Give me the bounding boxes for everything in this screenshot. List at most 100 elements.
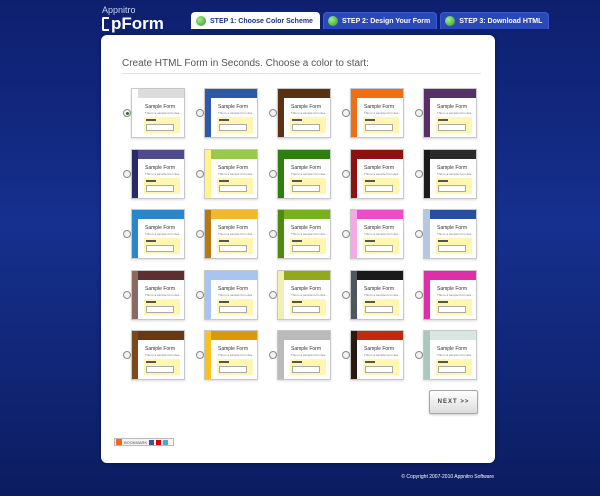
color-option[interactable]: Sample Form This is a sample form des...: [118, 209, 188, 259]
color-option[interactable]: Sample Form This is a sample form des...: [118, 270, 188, 320]
swatch-header-band: [351, 89, 403, 98]
swatch-form-card: Sample Form This is a sample form des...: [434, 282, 474, 317]
color-swatch-preview[interactable]: Sample Form This is a sample form des...: [350, 209, 404, 259]
color-option[interactable]: Sample Form This is a sample form des...: [410, 149, 480, 199]
color-swatch-preview[interactable]: Sample Form This is a sample form des...: [131, 209, 185, 259]
color-radio[interactable]: [415, 170, 423, 178]
color-swatch-preview[interactable]: Sample Form This is a sample form des...: [131, 149, 185, 199]
color-radio[interactable]: [269, 109, 277, 117]
swatch-form-card: Sample Form This is a sample form des...: [288, 282, 328, 317]
color-option[interactable]: Sample Form This is a sample form des...: [191, 270, 261, 320]
color-radio[interactable]: [342, 109, 350, 117]
color-radio[interactable]: [415, 291, 423, 299]
wizard-steps: STEP 1: Choose Color Scheme STEP 2: Desi…: [191, 12, 550, 29]
color-option[interactable]: Sample Form This is a sample form des...: [337, 209, 407, 259]
color-option[interactable]: Sample Form This is a sample form des...: [264, 209, 334, 259]
color-radio[interactable]: [415, 230, 423, 238]
color-swatch-preview[interactable]: Sample Form This is a sample form des...: [423, 88, 477, 138]
swatch-header-band: [351, 271, 403, 280]
color-option[interactable]: Sample Form This is a sample form des...: [118, 88, 188, 138]
swatch-subtext: This is a sample form des...: [437, 172, 474, 176]
app-logo: Appnitro pForm: [102, 6, 164, 32]
color-radio[interactable]: [342, 351, 350, 359]
step-3-tab[interactable]: STEP 3: Download HTML: [440, 12, 550, 29]
color-swatch-preview[interactable]: Sample Form This is a sample form des...: [350, 330, 404, 380]
color-radio[interactable]: [269, 291, 277, 299]
color-swatch-preview[interactable]: Sample Form This is a sample form des...: [277, 270, 331, 320]
footer-copyright: © Copyright 2007-2010 Appnitro Software: [401, 474, 494, 480]
color-swatch-preview[interactable]: Sample Form This is a sample form des...: [350, 149, 404, 199]
swatch-header-band: [351, 150, 403, 159]
color-option[interactable]: Sample Form This is a sample form des...: [410, 88, 480, 138]
color-option[interactable]: Sample Form This is a sample form des...: [410, 330, 480, 380]
color-swatch-preview[interactable]: Sample Form This is a sample form des...: [277, 330, 331, 380]
swatch-heading: Sample Form: [364, 225, 395, 231]
color-swatch-preview[interactable]: Sample Form This is a sample form des...: [423, 209, 477, 259]
color-option[interactable]: Sample Form This is a sample form des...: [191, 88, 261, 138]
color-swatch-preview[interactable]: Sample Form This is a sample form des...: [277, 209, 331, 259]
color-radio[interactable]: [196, 109, 204, 117]
swatch-header-band: [132, 271, 184, 280]
color-radio[interactable]: [196, 351, 204, 359]
color-radio[interactable]: [415, 351, 423, 359]
swatch-field-highlight: [436, 299, 472, 315]
color-option[interactable]: Sample Form This is a sample form des...: [410, 270, 480, 320]
color-radio[interactable]: [196, 230, 204, 238]
color-option[interactable]: Sample Form This is a sample form des...: [337, 88, 407, 138]
color-swatch-preview[interactable]: Sample Form This is a sample form des...: [131, 88, 185, 138]
color-swatch-preview[interactable]: Sample Form This is a sample form des...: [204, 88, 258, 138]
step-bullet-icon: [327, 16, 338, 26]
color-option[interactable]: Sample Form This is a sample form des...: [191, 330, 261, 380]
color-swatch-preview[interactable]: Sample Form This is a sample form des...: [423, 330, 477, 380]
step-1-label: STEP 1: Choose Color Scheme: [210, 17, 313, 25]
step-2-tab[interactable]: STEP 2: Design Your Form: [322, 12, 438, 29]
swatch-form-card: Sample Form This is a sample form des...: [361, 282, 401, 317]
color-option[interactable]: Sample Form This is a sample form des...: [191, 209, 261, 259]
color-option[interactable]: Sample Form This is a sample form des...: [264, 270, 334, 320]
color-swatch-preview[interactable]: Sample Form This is a sample form des...: [204, 149, 258, 199]
color-swatch-preview[interactable]: Sample Form This is a sample form des...: [204, 330, 258, 380]
color-radio[interactable]: [269, 230, 277, 238]
color-option[interactable]: Sample Form This is a sample form des...: [264, 149, 334, 199]
color-option[interactable]: Sample Form This is a sample form des...: [337, 330, 407, 380]
color-radio[interactable]: [196, 170, 204, 178]
color-swatch-preview[interactable]: Sample Form This is a sample form des...: [277, 149, 331, 199]
color-radio[interactable]: [269, 351, 277, 359]
color-radio[interactable]: [415, 109, 423, 117]
step-1-tab[interactable]: STEP 1: Choose Color Scheme: [191, 12, 320, 29]
color-radio[interactable]: [342, 170, 350, 178]
color-radio[interactable]: [342, 230, 350, 238]
swatch-header-band: [424, 89, 476, 98]
color-swatch-preview[interactable]: Sample Form This is a sample form des...: [204, 209, 258, 259]
color-swatch-preview[interactable]: Sample Form This is a sample form des...: [350, 88, 404, 138]
color-swatch-preview[interactable]: Sample Form This is a sample form des...: [350, 270, 404, 320]
color-radio[interactable]: [123, 109, 131, 117]
swatch-side-band: [278, 271, 284, 319]
color-swatch-preview[interactable]: Sample Form This is a sample form des...: [131, 330, 185, 380]
color-radio[interactable]: [342, 291, 350, 299]
next-button[interactable]: NEXT >>: [429, 390, 478, 414]
color-option[interactable]: Sample Form This is a sample form des...: [410, 209, 480, 259]
color-swatch-preview[interactable]: Sample Form This is a sample form des...: [131, 270, 185, 320]
color-radio[interactable]: [123, 291, 131, 299]
color-option[interactable]: Sample Form This is a sample form des...: [264, 88, 334, 138]
color-radio[interactable]: [123, 351, 131, 359]
swatch-header-band: [351, 210, 403, 219]
color-option[interactable]: Sample Form This is a sample form des...: [337, 270, 407, 320]
color-option[interactable]: Sample Form This is a sample form des...: [118, 330, 188, 380]
color-swatch-preview[interactable]: Sample Form This is a sample form des...: [423, 270, 477, 320]
color-radio[interactable]: [196, 291, 204, 299]
color-swatch-preview[interactable]: Sample Form This is a sample form des...: [204, 270, 258, 320]
color-radio[interactable]: [123, 230, 131, 238]
swatch-side-band: [132, 210, 138, 258]
color-swatch-preview[interactable]: Sample Form This is a sample form des...: [423, 149, 477, 199]
color-option[interactable]: Sample Form This is a sample form des...: [191, 149, 261, 199]
color-swatch-preview[interactable]: Sample Form This is a sample form des...: [277, 88, 331, 138]
color-option[interactable]: Sample Form This is a sample form des...: [118, 149, 188, 199]
color-option[interactable]: Sample Form This is a sample form des...: [337, 149, 407, 199]
color-option[interactable]: Sample Form This is a sample form des...: [264, 330, 334, 380]
logo-mark-icon: [102, 16, 109, 31]
bookmark-button[interactable]: BOOKMARK: [114, 438, 174, 446]
color-radio[interactable]: [269, 170, 277, 178]
color-radio[interactable]: [123, 170, 131, 178]
